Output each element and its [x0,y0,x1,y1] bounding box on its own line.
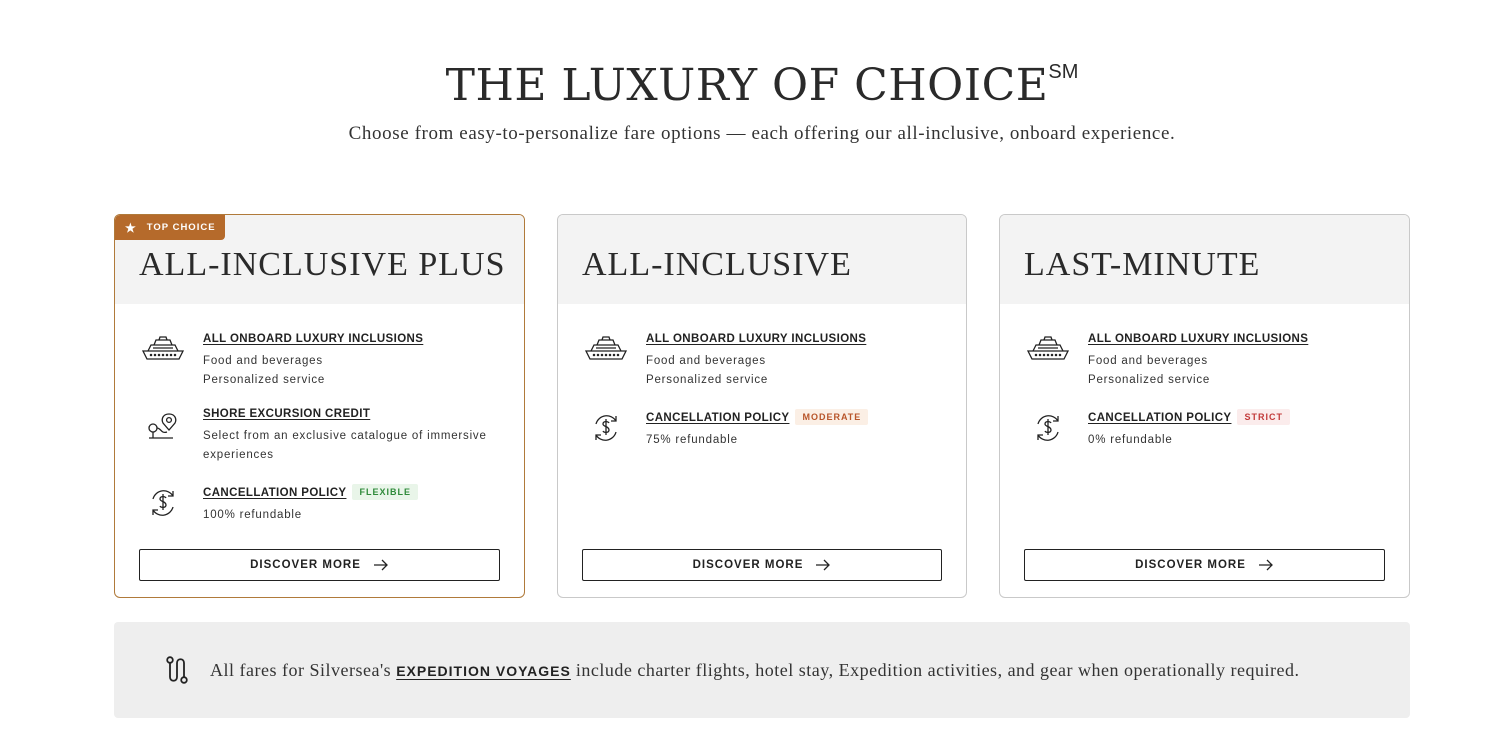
discover-more-button[interactable]: DISCOVER MORE [582,549,942,581]
map-pin-route-icon [148,413,177,439]
feature-title[interactable]: SHORE EXCURSION CREDIT [203,406,370,422]
card-title: ALL-INCLUSIVE PLUS [139,246,506,283]
route-icon [166,656,188,684]
feature-desc-line: Food and beverages [203,355,323,367]
discover-more-label: DISCOVER MORE [692,559,804,571]
feature-desc-line: 75% refundable [646,434,738,446]
note-text-before: All fares for Silversea's [210,660,397,680]
arrow-right-icon [816,559,831,571]
feature-title[interactable]: CANCELLATION POLICY [646,410,789,426]
feature-desc-line: 100% refundable [203,509,302,521]
refund-dollar-icon [595,415,617,441]
discover-more-button[interactable]: DISCOVER MORE [139,549,500,581]
feature-title[interactable]: ALL ONBOARD LUXURY INCLUSIONS [646,331,866,347]
policy-tag-flexible: FLEXIBLE [352,484,418,500]
feature-title[interactable]: ALL ONBOARD LUXURY INCLUSIONS [1088,331,1308,347]
arrow-right-icon [373,559,388,571]
feature-desc-line: Personalized service [1088,373,1211,386]
ship-icon [141,336,185,360]
feature-desc-line: Personalized service [203,373,326,386]
badge-label: TOP CHOICE [146,222,216,233]
feature-desc-line: 0% refundable [1088,434,1173,446]
discover-more-label: DISCOVER MORE [1135,559,1246,571]
page-subtitle: Choose from easy-to-personalize fare opt… [348,123,1176,144]
top-choice-badge: ★ TOP CHOICE [115,215,225,240]
expedition-note-banner: All fares for Silversea's EXPEDITION VOY… [114,622,1410,718]
feature-title[interactable]: CANCELLATION POLICY [1088,410,1231,426]
discover-more-button[interactable]: DISCOVER MORE [1024,549,1385,581]
card-title: LAST-MINUTE [1024,246,1261,283]
policy-tag-moderate: MODERATE [795,409,869,425]
ship-icon [584,336,628,360]
feature-desc-line: Food and beverages [646,355,766,367]
fare-card-all-inclusive: ALL-INCLUSIVE ALL ONBOARD LUXURY INCLUSI… [557,214,967,598]
card-header: ALL-INCLUSIVE [558,215,966,304]
card-header: ★ TOP CHOICE ALL-INCLUSIVE PLUS [115,215,524,304]
card-header: LAST-MINUTE [1000,215,1409,304]
feature-desc-line: Select from an exclusive catalogue of im… [203,430,487,442]
arrow-right-icon [1258,559,1273,571]
feature-title[interactable]: ALL ONBOARD LUXURY INCLUSIONS [203,331,423,347]
note-text-after: include charter flights, hotel stay, Exp… [570,660,1300,680]
page-title: THE LUXURY OF CHOICESM [0,44,1509,114]
refund-dollar-icon [1037,415,1059,441]
feature-desc-line: Food and beverages [1088,355,1208,367]
page-title-text: THE LUXURY OF CHOICE [445,60,1049,111]
fare-card-all-inclusive-plus: ★ TOP CHOICE ALL-INCLUSIVE PLUS ALL ONBO… [114,214,525,598]
star-icon: ★ [125,220,137,235]
expedition-note-text: All fares for Silversea's EXPEDITION VOY… [210,658,1299,683]
feature-desc-line: experiences [203,448,274,461]
expedition-voyages-link[interactable]: EXPEDITION VOYAGES [396,663,571,679]
feature-desc-line: Personalized service [646,373,769,386]
feature-title[interactable]: CANCELLATION POLICY [203,485,346,501]
refund-dollar-icon [152,490,174,516]
discover-more-label: DISCOVER MORE [250,559,361,571]
fare-card-last-minute: LAST-MINUTE ALL ONBOARD LUXURY INCLUSION… [999,214,1410,598]
policy-tag-strict: STRICT [1237,409,1290,425]
ship-icon [1026,336,1070,360]
service-mark: SM [1048,61,1079,83]
card-title: ALL-INCLUSIVE [582,246,852,283]
